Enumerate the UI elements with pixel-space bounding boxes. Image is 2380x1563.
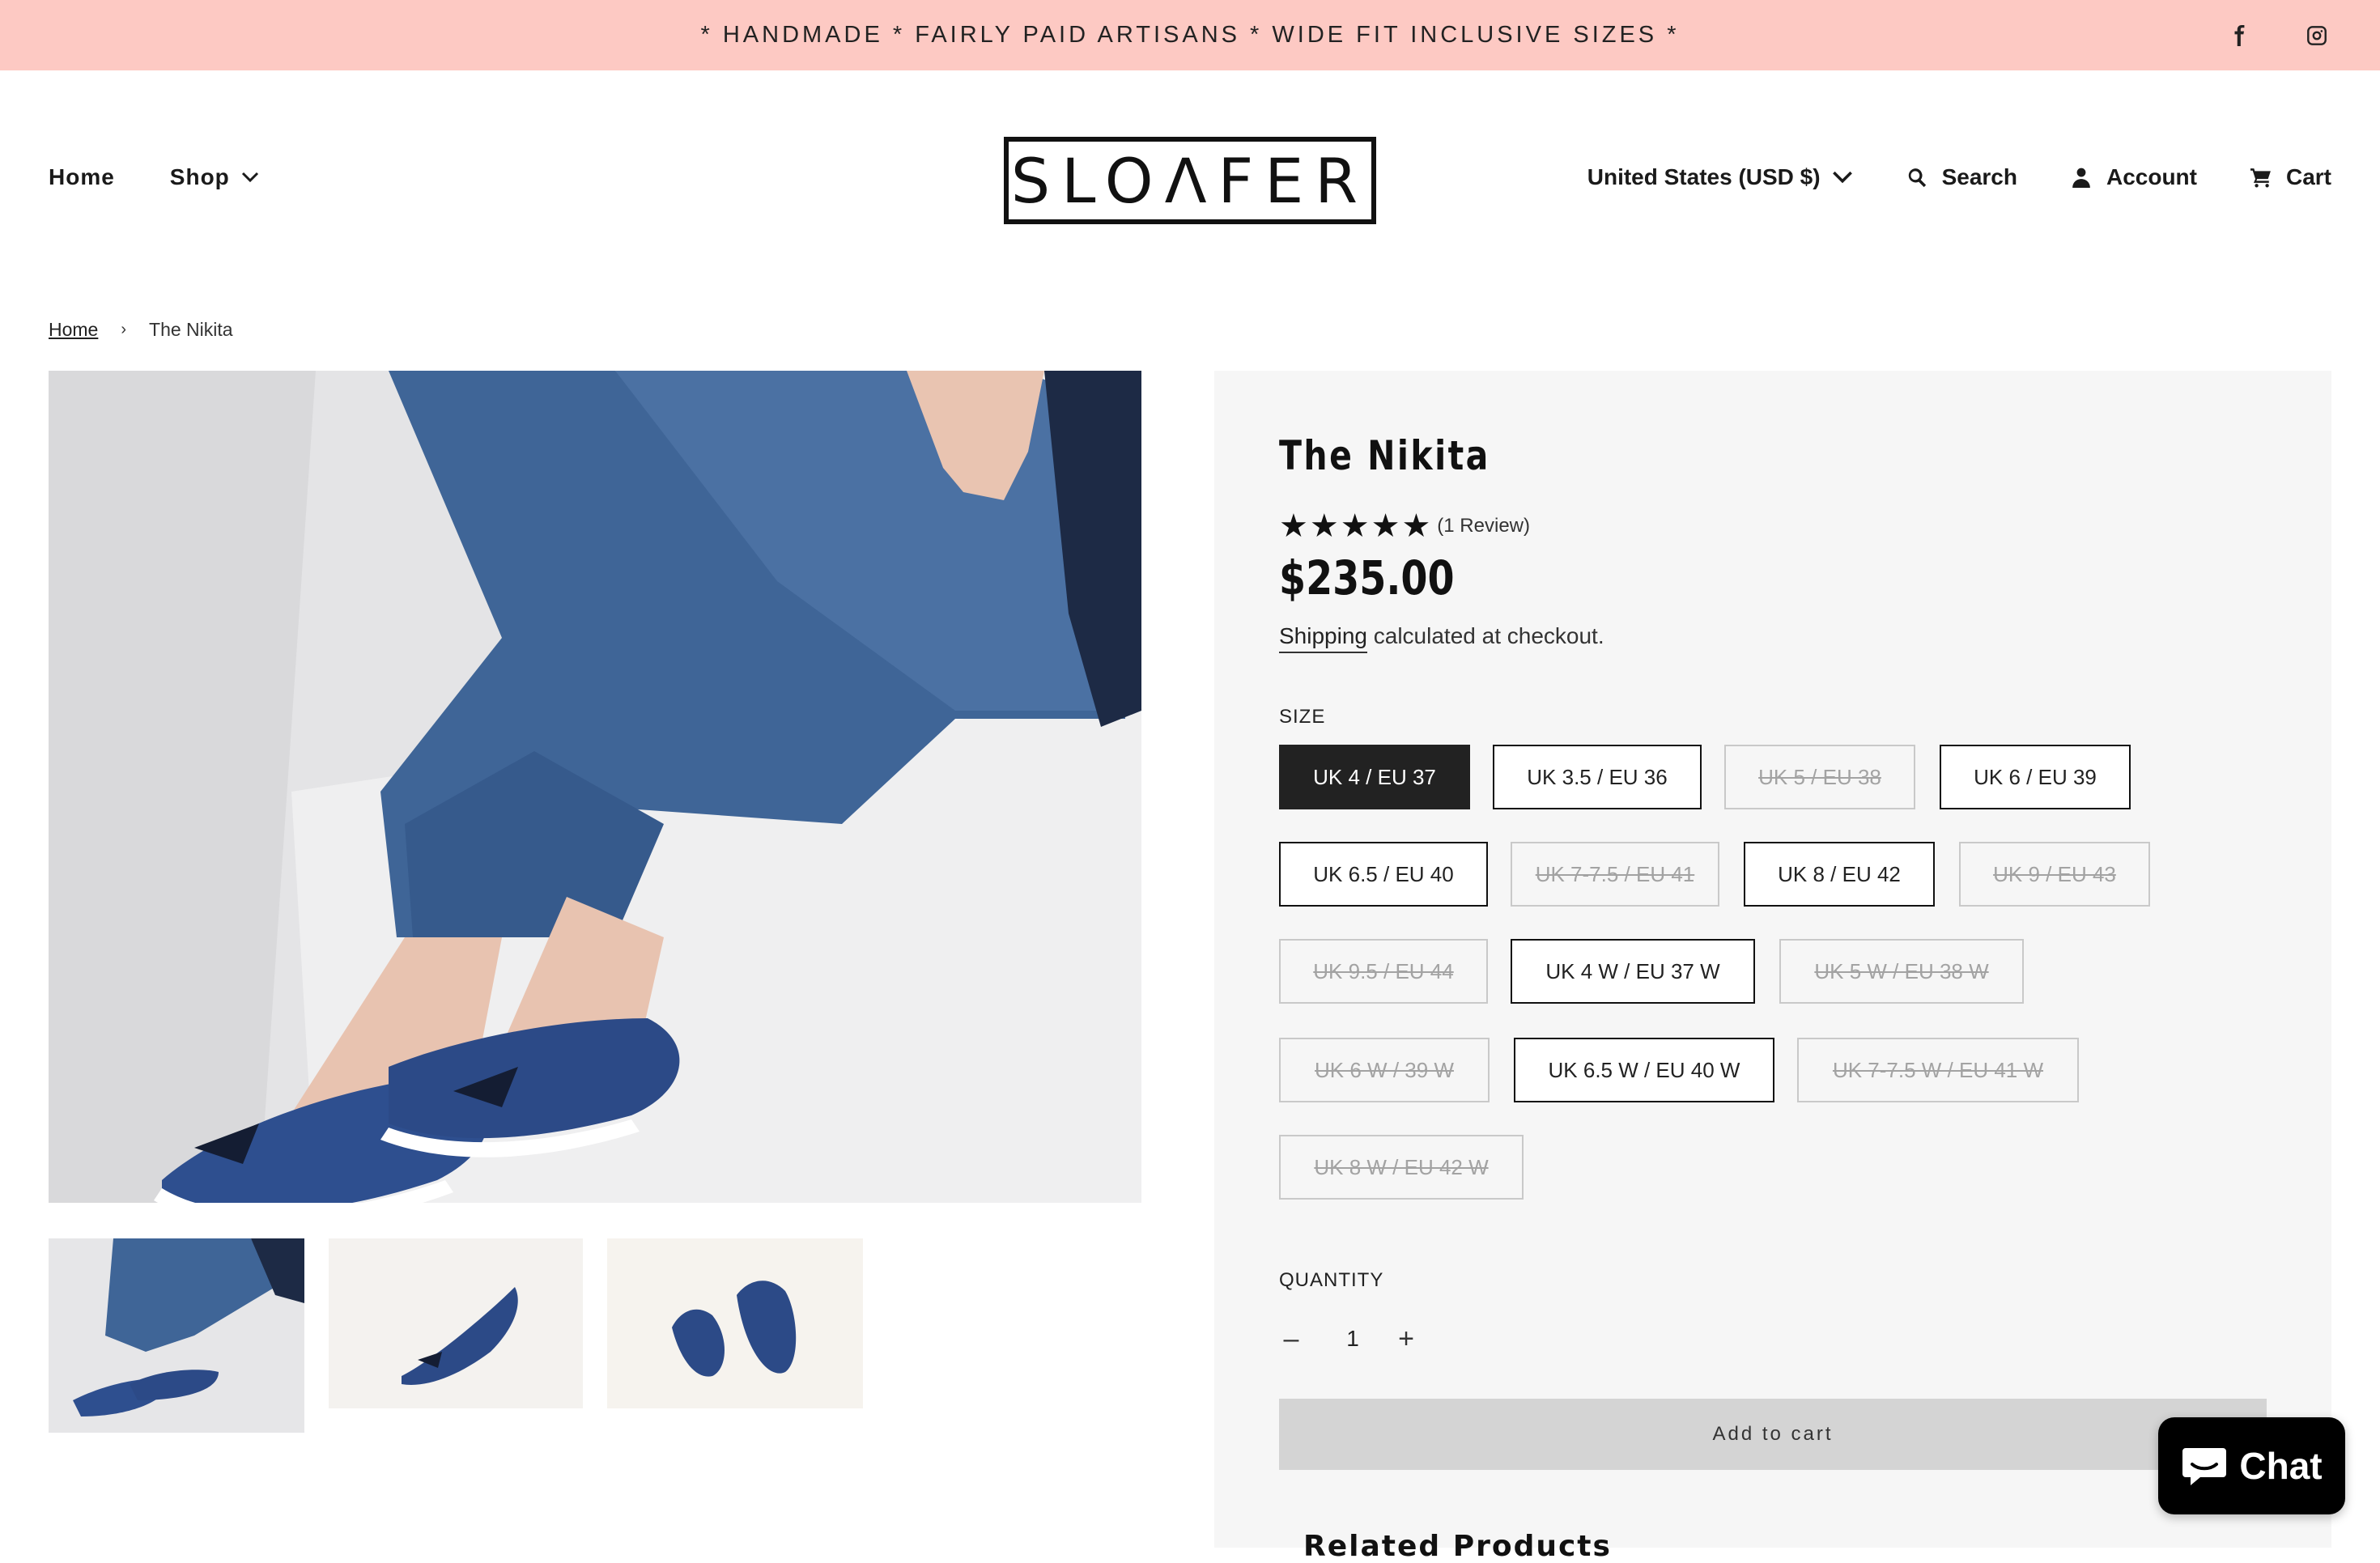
size-option[interactable]: UK 6 / EU 39 xyxy=(1940,745,2131,809)
star-icon: ★ xyxy=(1401,508,1431,544)
quantity-increase-button[interactable]: + xyxy=(1394,1323,1418,1355)
product-photo xyxy=(49,371,1141,1203)
account-label: Account xyxy=(2106,164,2197,189)
site-header: Home Shop SLOΛFER United States (USD $) … xyxy=(0,70,2380,289)
instagram-link[interactable] xyxy=(2306,0,2327,70)
thumbnail-3[interactable] xyxy=(607,1238,863,1408)
chat-bubble-icon xyxy=(2182,1448,2227,1485)
size-option[interactable]: UK 9.5 / EU 44 xyxy=(1279,939,1488,1004)
star-icon: ★ xyxy=(1340,508,1370,544)
product-rating[interactable]: ★ ★ ★ ★ ★ (1 Review) xyxy=(1279,510,1530,542)
thumbnail-1[interactable] xyxy=(49,1238,304,1433)
site-logo[interactable]: SLOΛFER xyxy=(1004,137,1376,224)
size-option[interactable]: UK 6.5 / EU 40 xyxy=(1279,842,1488,907)
nav-shop-label: Shop xyxy=(169,164,230,189)
size-option[interactable]: UK 4 / EU 37 xyxy=(1279,745,1470,809)
cart-icon xyxy=(2250,168,2271,188)
size-option[interactable]: UK 7-7.5 / EU 41 xyxy=(1511,842,1719,907)
size-option[interactable]: UK 7-7.5 W / EU 41 W xyxy=(1797,1038,2079,1102)
user-icon xyxy=(2072,168,2090,188)
cart-label: Cart xyxy=(2285,164,2331,189)
quantity-decrease-button[interactable]: – xyxy=(1279,1323,1303,1355)
breadcrumb-current: The Nikita xyxy=(149,319,233,340)
breadcrumb-home[interactable]: Home xyxy=(49,319,98,341)
size-option[interactable]: UK 6.5 W / EU 40 W xyxy=(1514,1038,1774,1102)
header-actions: United States (USD $) Search Account Car… xyxy=(1534,164,2331,190)
breadcrumb-separator: › xyxy=(121,321,127,338)
thumbnail-2[interactable] xyxy=(329,1238,583,1408)
size-label: SIZE xyxy=(1279,706,1326,728)
chevron-down-icon xyxy=(1832,171,1852,184)
search-link[interactable]: Search xyxy=(1906,164,2017,190)
announcement-text: * HANDMADE * FAIRLY PAID ARTISANS * WIDE… xyxy=(700,22,1680,48)
thumbnail-photo-1 xyxy=(49,1238,304,1433)
search-label: Search xyxy=(1941,164,2017,189)
main-product-image[interactable] xyxy=(49,371,1141,1203)
main-nav: Home Shop xyxy=(49,164,314,190)
size-option[interactable]: UK 8 / EU 42 xyxy=(1744,842,1935,907)
size-option[interactable]: UK 3.5 / EU 36 xyxy=(1493,745,1702,809)
star-icon: ★ xyxy=(1279,508,1308,544)
product-info-panel: The Nikita ★ ★ ★ ★ ★ (1 Review) $235.00 … xyxy=(1214,371,2331,1563)
review-count[interactable]: (1 Review) xyxy=(1437,515,1530,537)
announcement-bar: * HANDMADE * FAIRLY PAID ARTISANS * WIDE… xyxy=(0,0,2380,70)
nav-home[interactable]: Home xyxy=(49,164,115,190)
logo-text: SLOΛFER xyxy=(1010,144,1370,217)
related-products-heading: Related Products xyxy=(1303,1530,1612,1563)
breadcrumb: Home › The Nikita xyxy=(49,319,233,341)
size-option[interactable]: UK 6 W / 39 W xyxy=(1279,1038,1490,1102)
star-icon: ★ xyxy=(1371,508,1400,544)
thumbnail-photo-3 xyxy=(607,1238,863,1408)
search-icon xyxy=(1908,168,1926,188)
facebook-link[interactable] xyxy=(2229,0,2250,70)
quantity-label: QUANTITY xyxy=(1279,1269,1384,1291)
shipping-link[interactable]: Shipping xyxy=(1279,623,1367,653)
cart-link[interactable]: Cart xyxy=(2250,164,2331,190)
size-option[interactable]: UK 5 / EU 38 xyxy=(1724,745,1915,809)
shipping-note: Shipping calculated at checkout. xyxy=(1279,623,1604,653)
instagram-icon xyxy=(2307,25,2327,45)
size-option[interactable]: UK 8 W / EU 42 W xyxy=(1279,1135,1524,1200)
size-option[interactable]: UK 5 W / EU 38 W xyxy=(1779,939,2024,1004)
currency-selector[interactable]: United States (USD $) xyxy=(1587,164,1853,190)
nav-shop[interactable]: Shop xyxy=(170,164,259,190)
star-icon: ★ xyxy=(1309,508,1339,544)
product-title: The Nikita xyxy=(1279,432,1490,479)
product-price: $235.00 xyxy=(1279,550,1455,605)
size-option[interactable]: UK 9 / EU 43 xyxy=(1959,842,2150,907)
chat-label: Chat xyxy=(2239,1445,2323,1487)
currency-label: United States (USD $) xyxy=(1587,164,1821,189)
account-link[interactable]: Account xyxy=(2071,164,2197,190)
size-option[interactable]: UK 4 W / EU 37 W xyxy=(1511,939,1755,1004)
quantity-value[interactable]: 1 xyxy=(1341,1326,1365,1352)
add-to-cart-button[interactable]: Add to cart xyxy=(1279,1399,2267,1470)
chat-button[interactable]: Chat xyxy=(2158,1417,2345,1514)
thumbnail-photo-2 xyxy=(329,1238,583,1408)
facebook-icon xyxy=(2234,24,2245,46)
shipping-text: calculated at checkout. xyxy=(1366,623,1604,648)
chevron-down-icon xyxy=(241,172,258,183)
